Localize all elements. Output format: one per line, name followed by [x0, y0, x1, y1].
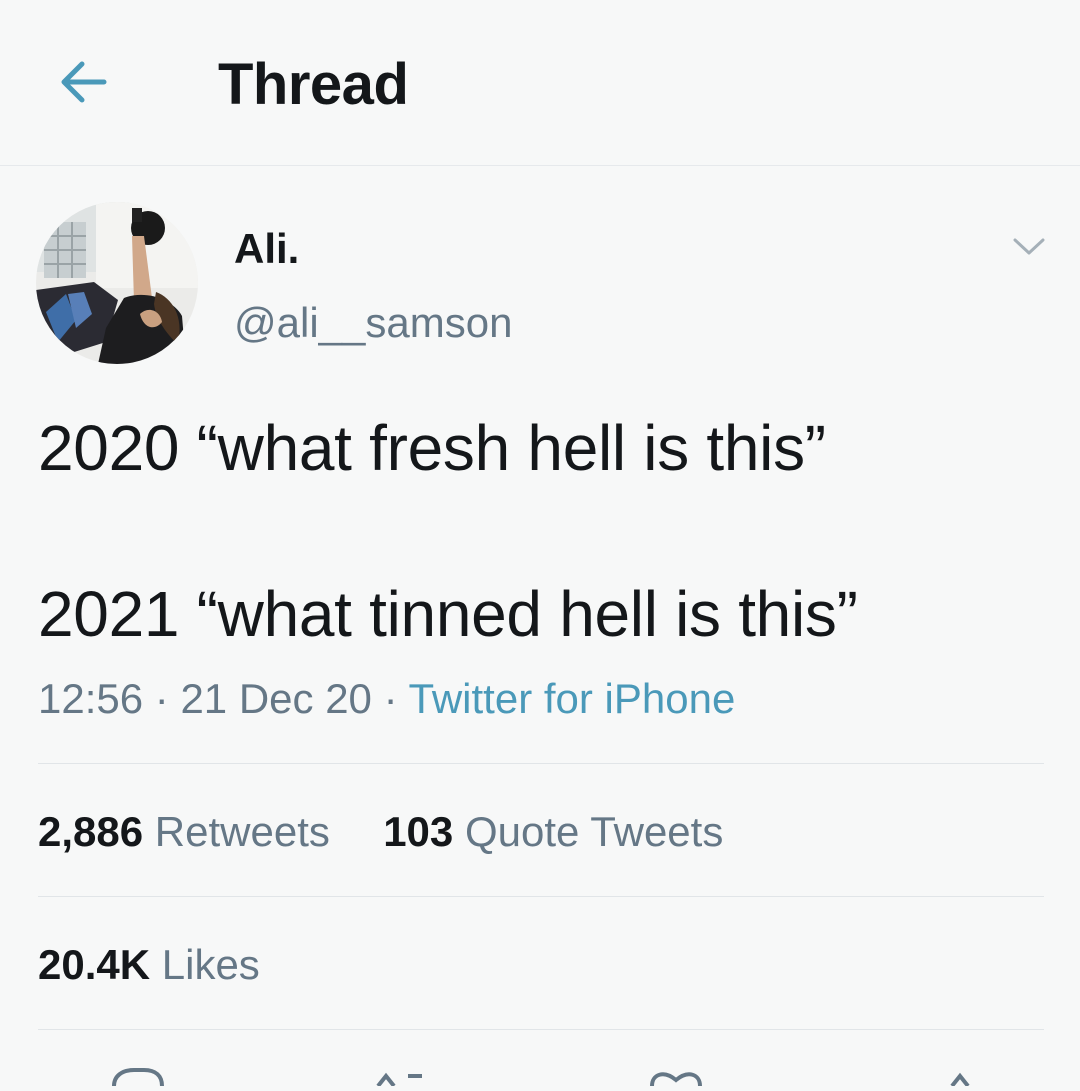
- divider: [38, 896, 1044, 897]
- retweet-icon: [376, 1072, 422, 1088]
- share-icon: [950, 1072, 970, 1088]
- back-button[interactable]: [52, 52, 116, 112]
- tweet-source-link[interactable]: Twitter for iPhone: [409, 675, 736, 722]
- avatar[interactable]: [36, 202, 198, 364]
- share-button[interactable]: [930, 1066, 990, 1088]
- like-button[interactable]: [646, 1066, 706, 1087]
- tweet-time: 12:56: [38, 675, 144, 722]
- quote-tweets-label: Quote Tweets: [464, 808, 724, 855]
- divider: [38, 763, 1044, 764]
- tweet-meta: 12:56 · 21 Dec 20 · Twitter for iPhone: [38, 672, 735, 726]
- arrow-left-icon: [61, 61, 107, 103]
- quote-tweets-count: 103: [383, 808, 454, 855]
- likes-count: 20.4K: [38, 941, 151, 988]
- divider: [38, 1029, 1044, 1030]
- reply-button[interactable]: [108, 1066, 168, 1087]
- retweets-stat[interactable]: 2,886 Retweets: [38, 808, 342, 855]
- tweet-text-line: 2020 “what fresh hell is this”: [38, 412, 826, 484]
- chevron-down-icon: [1013, 238, 1045, 255]
- tweet-text-line: 2021 “what tinned hell is this”: [38, 578, 858, 650]
- quote-tweets-stat[interactable]: 103 Quote Tweets: [383, 808, 723, 855]
- engagement-stats: 2,886 Retweets 103 Quote Tweets: [38, 805, 723, 859]
- page-title: Thread: [218, 52, 409, 117]
- likes-label: Likes: [161, 941, 260, 988]
- retweets-label: Retweets: [154, 808, 330, 855]
- retweet-button[interactable]: [372, 1066, 432, 1088]
- meta-separator: ·: [383, 675, 398, 722]
- meta-separator: ·: [154, 675, 169, 722]
- reply-icon: [112, 1068, 164, 1087]
- thread-header: Thread: [0, 0, 1080, 166]
- author-display-name[interactable]: Ali.: [234, 224, 299, 274]
- tweet-date: 21 Dec 20: [180, 675, 372, 722]
- retweets-count: 2,886: [38, 808, 144, 855]
- likes-stats: 20.4K Likes: [38, 938, 260, 992]
- like-icon: [650, 1072, 702, 1087]
- author-handle[interactable]: @ali__samson: [234, 298, 512, 348]
- tweet-menu-button[interactable]: [1010, 232, 1048, 260]
- likes-stat[interactable]: 20.4K Likes: [38, 941, 260, 988]
